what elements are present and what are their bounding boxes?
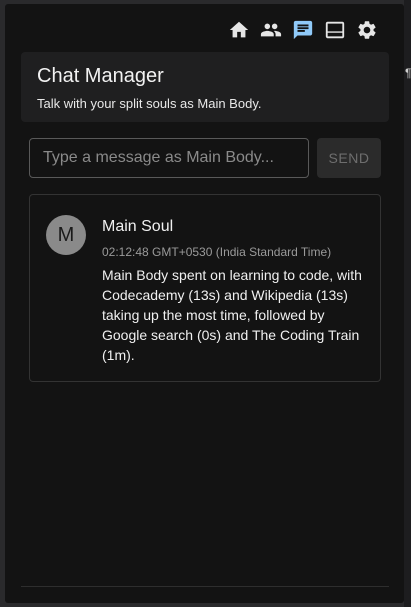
bottom-divider [21,586,389,587]
send-button[interactable]: SEND [317,138,381,178]
page-title: Chat Manager [37,65,164,87]
panel-icon [325,21,345,39]
message-timestamp: 02:12:48 GMT+0530 (India Standard Time) [102,245,332,259]
settings-button[interactable] [355,18,379,42]
settings-icon [358,21,376,39]
home-icon [229,21,249,38]
edge-glyph: ¶ [405,66,411,80]
message-input[interactable] [29,138,309,178]
window-edge [404,0,411,607]
home-button[interactable] [227,18,251,42]
people-icon [260,23,282,37]
chat-icon [293,20,313,40]
page-subtitle: Talk with your split souls as Main Body. [37,96,262,111]
chat-manager-panel: Chat Manager Talk with your split souls … [5,4,404,603]
header-card: Chat Manager Talk with your split souls … [21,52,389,122]
people-button[interactable] [259,18,283,42]
avatar: M [46,215,86,255]
message-card: M Main Soul 02:12:48 GMT+0530 (India Sta… [29,194,381,382]
panel-button[interactable] [323,18,347,42]
top-toolbar [227,18,379,42]
message-text: Main Body spent on learning to code, wit… [102,267,362,363]
chat-button[interactable] [291,18,315,42]
message-author: Main Soul [102,218,174,235]
